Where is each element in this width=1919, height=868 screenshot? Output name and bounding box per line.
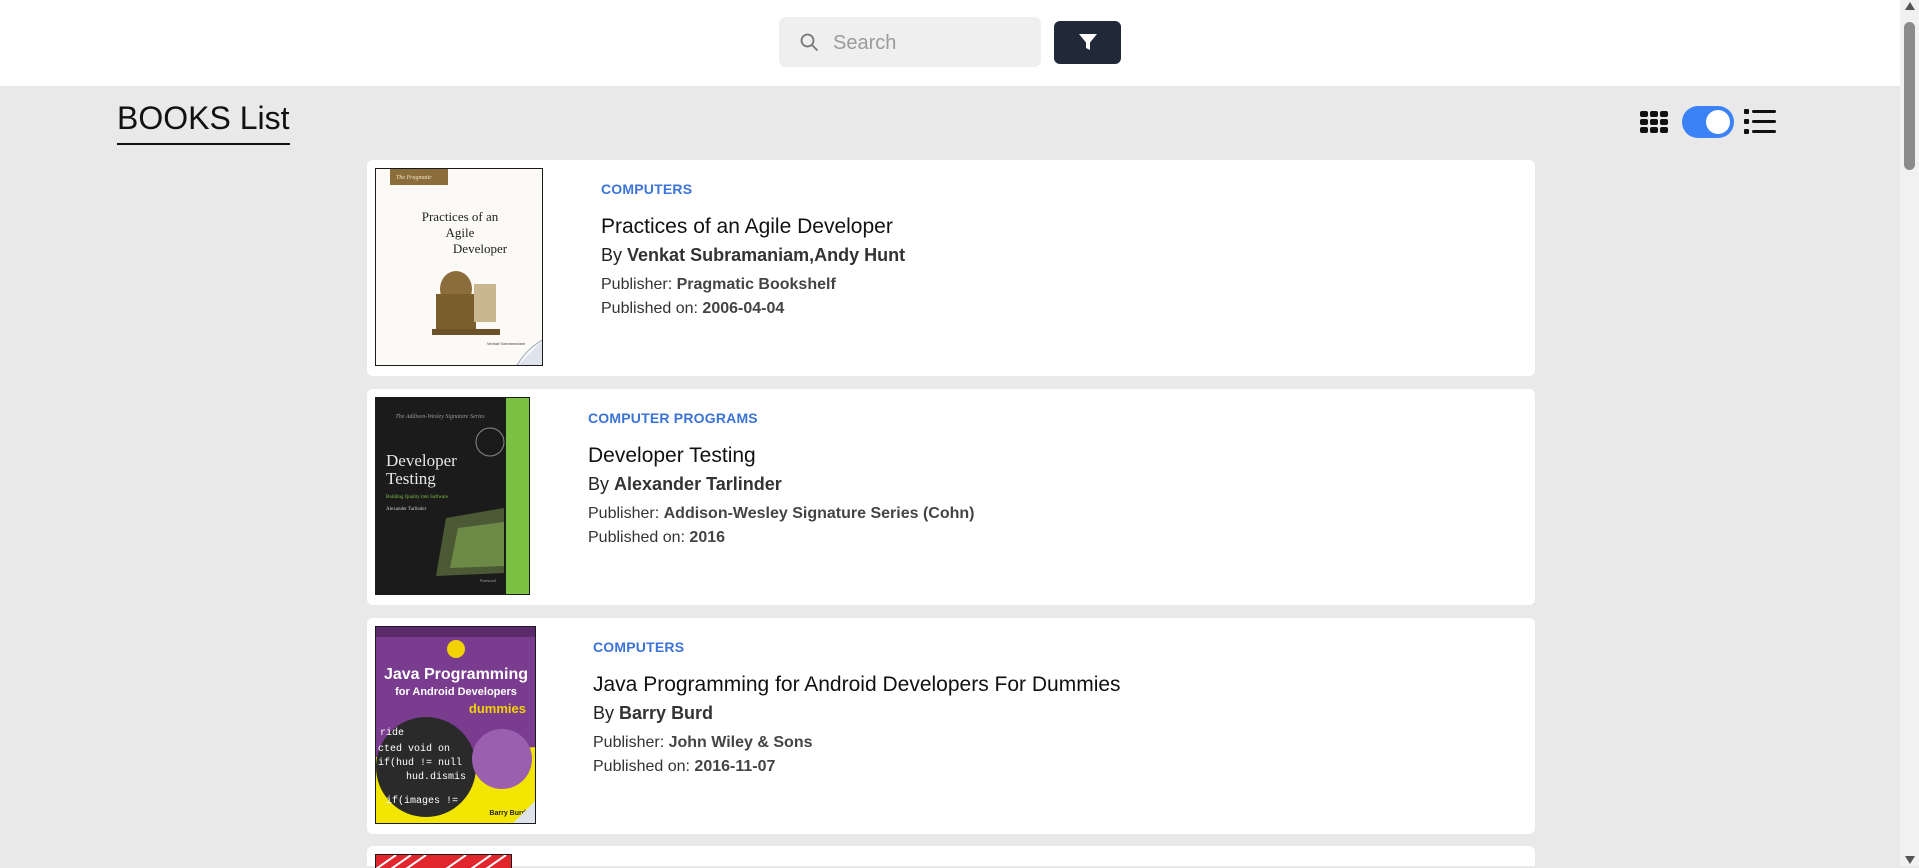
svg-text:for Android Developers: for Android Developers [395, 686, 517, 698]
svg-text:Foreword: Foreword [480, 578, 496, 583]
svg-text:Agile: Agile [446, 225, 475, 240]
grid-icon[interactable] [1640, 111, 1668, 133]
author-names: Venkat Subramaniam,Andy Hunt [627, 245, 906, 265]
svg-text:The Addison-Wesley Signature S: The Addison-Wesley Signature Series [395, 414, 485, 420]
book-publisher: Publisher: John Wiley & Sons [593, 731, 1121, 755]
book-authors: By Alexander Tarlinder [588, 472, 974, 496]
filter-button[interactable] [1054, 21, 1121, 64]
author-names: Alexander Tarlinder [614, 474, 782, 494]
top-bar [0, 0, 1900, 86]
funnel-icon [1079, 34, 1097, 50]
publisher-value: Pragmatic Bookshelf [676, 276, 836, 293]
book-info: COMPUTERS Java Programming for Android D… [593, 638, 1121, 779]
svg-text:Alexander Tarlinder: Alexander Tarlinder [386, 507, 427, 512]
search-input[interactable] [831, 17, 1035, 69]
view-toggle [1640, 104, 1780, 140]
publisher-label: Publisher: [593, 734, 665, 751]
book-published-date: Published on: 2016 [588, 526, 974, 550]
book-cover[interactable]: The Pragmatic Practices of an Agile Deve… [375, 168, 543, 366]
book-title[interactable]: Practices of an Agile Developer [601, 214, 905, 240]
svg-text:Testing: Testing [386, 469, 436, 488]
book-cover[interactable]: Java Programming for Android Developers … [375, 626, 536, 824]
svg-text:Developer: Developer [453, 241, 508, 256]
scroll-thumb[interactable] [1904, 22, 1915, 170]
svg-text:The Pragmatic: The Pragmatic [396, 175, 432, 181]
book-card[interactable] [367, 846, 1535, 868]
scroll-up-arrow[interactable] [1905, 2, 1915, 10]
by-label: By [593, 703, 615, 723]
author-names: Barry Burd [619, 703, 714, 723]
book-publisher: Publisher: Addison-Wesley Signature Seri… [588, 502, 974, 526]
scrollbar[interactable] [1900, 0, 1919, 866]
publisher-label: Publisher: [588, 505, 660, 522]
by-label: By [588, 474, 610, 494]
switch-knob [1706, 110, 1730, 134]
svg-text:Building Quality into Software: Building Quality into Software [386, 495, 449, 500]
book-published-date: Published on: 2006-04-04 [601, 297, 905, 321]
svg-text:Practices of an: Practices of an [422, 209, 499, 224]
book-category[interactable]: COMPUTERS [601, 180, 905, 198]
published-label: Published on: [601, 300, 698, 317]
svg-text:if(images !=: if(images != [386, 795, 458, 807]
book-title[interactable]: Java Programming for Android Developers … [593, 672, 1121, 698]
book-publisher: Publisher: Pragmatic Bookshelf [601, 273, 905, 297]
published-label: Published on: [593, 758, 690, 775]
book-card[interactable]: The Addison-Wesley Signature Series Deve… [367, 389, 1535, 605]
book-cover[interactable]: The Addison-Wesley Signature Series Deve… [375, 397, 530, 595]
svg-text:ride: ride [380, 727, 404, 739]
book-info: COMPUTERS Practices of an Agile Develope… [601, 180, 905, 321]
book-authors: By Venkat Subramaniam,Andy Hunt [601, 243, 905, 267]
book-title[interactable]: Developer Testing [588, 443, 974, 469]
svg-text:dummies: dummies [469, 701, 526, 716]
book-info: COMPUTER PROGRAMS Developer Testing By A… [588, 409, 974, 550]
search-box[interactable] [779, 17, 1041, 69]
scroll-down-arrow[interactable] [1905, 856, 1915, 864]
book-authors: By Barry Burd [593, 701, 1121, 725]
svg-text:hud.dismis: hud.dismis [406, 771, 466, 783]
book-category[interactable]: COMPUTERS [593, 638, 1121, 656]
book-card[interactable]: The Pragmatic Practices of an Agile Deve… [367, 160, 1535, 376]
svg-text:Venkat Subramaniam: Venkat Subramaniam [487, 341, 526, 346]
book-card[interactable]: Java Programming for Android Developers … [367, 618, 1535, 834]
view-mode-switch[interactable] [1682, 106, 1734, 138]
svg-text:cted void on: cted void on [378, 743, 450, 755]
svg-text:Developer: Developer [386, 451, 457, 470]
published-label: Published on: [588, 529, 685, 546]
book-published-date: Published on: 2016-11-07 [593, 755, 1121, 779]
published-value: 2006-04-04 [702, 300, 785, 317]
search-icon [800, 33, 818, 51]
publisher-value: Addison-Wesley Signature Series (Cohn) [663, 505, 975, 522]
published-value: 2016 [689, 529, 726, 546]
list-icon[interactable] [1744, 108, 1776, 136]
svg-text:if(hud != null: if(hud != null [378, 757, 462, 769]
publisher-value: John Wiley & Sons [668, 734, 813, 751]
page-title: BOOKS List [117, 100, 290, 145]
publisher-label: Publisher: [601, 276, 673, 293]
published-value: 2016-11-07 [694, 758, 776, 775]
book-category[interactable]: COMPUTER PROGRAMS [588, 409, 974, 427]
svg-text:Java Programming: Java Programming [384, 666, 528, 683]
by-label: By [601, 245, 623, 265]
